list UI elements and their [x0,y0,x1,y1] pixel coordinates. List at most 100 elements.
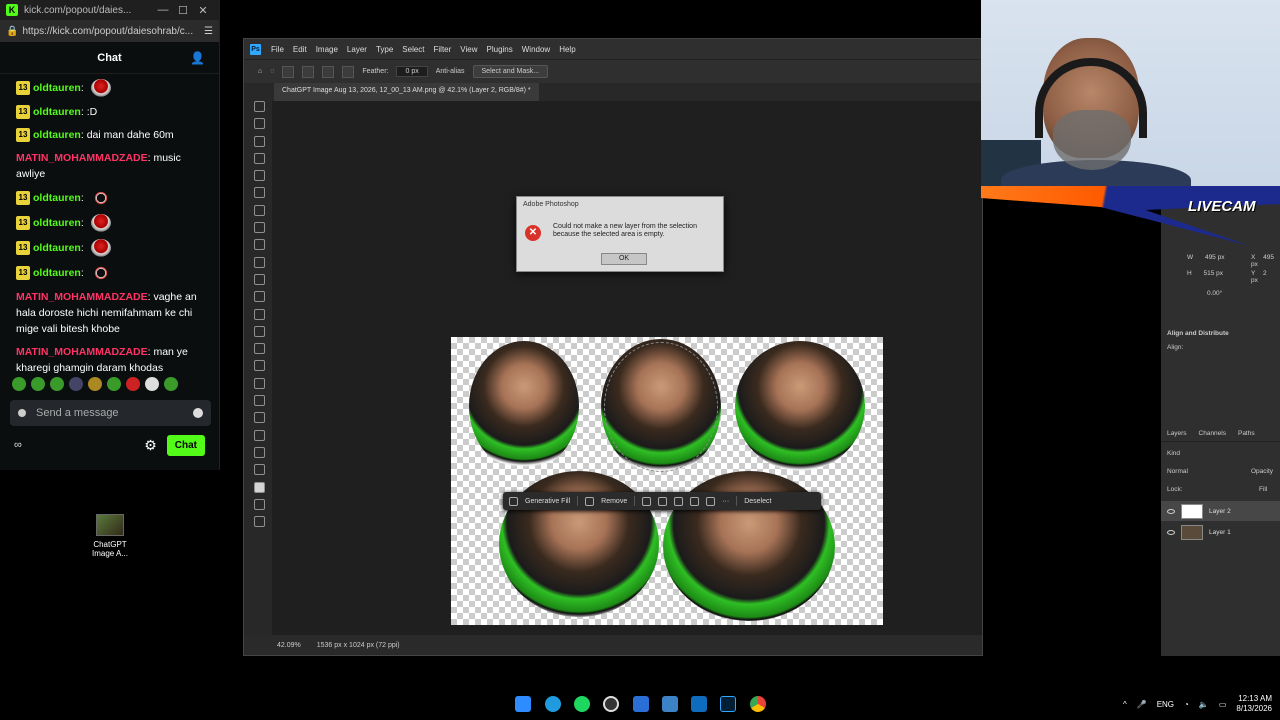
feather-input[interactable]: 0 px [396,66,428,77]
mask-icon[interactable] [674,496,684,506]
path-select-icon[interactable] [253,395,265,407]
zoom-tool-icon[interactable] [253,446,265,458]
chat-username[interactable]: oldtauren [33,217,81,229]
app-icon[interactable] [662,696,678,712]
crop-tool-icon[interactable] [253,170,265,182]
chrome-icon[interactable] [750,696,766,712]
infinity-icon[interactable]: ∞ [14,439,144,451]
emote-icon[interactable] [50,377,64,391]
app-icon[interactable] [691,696,707,712]
blend-mode-select[interactable]: Normal [1161,468,1194,475]
remove-button[interactable]: Remove [601,498,627,505]
emote-icon[interactable] [69,377,83,391]
hand-tool-icon[interactable] [253,429,265,441]
chat-username[interactable]: oldtauren [33,106,81,118]
clock[interactable]: 12:13 AM 8/13/2026 [1236,694,1272,714]
modify-selection-icon[interactable] [642,496,652,506]
lasso-tool-icon[interactable] [253,135,265,147]
photoshop-taskbar-icon[interactable] [720,696,736,712]
blur-tool-icon[interactable] [253,325,265,337]
pen-tool-icon[interactable] [253,360,265,372]
maximize-icon[interactable]: ☐ [173,4,193,17]
visibility-eye-icon[interactable] [1167,529,1175,535]
zoom-level[interactable]: 42.09% [277,642,301,649]
x-value[interactable]: 495 px [1251,254,1274,268]
chat-username[interactable]: MATIN_MOHAMMADZADE [16,152,148,164]
stamp-tool-icon[interactable] [253,256,265,268]
tab-layers[interactable]: Layers [1167,430,1187,437]
antialias-checkbox[interactable]: Anti-alias [436,68,465,75]
menu-layer[interactable]: Layer [347,45,367,54]
desktop-file-icon[interactable]: ChatGPT Image A... [90,514,130,558]
tab-paths[interactable]: Paths [1238,430,1255,437]
microphone-icon[interactable]: 🎤 [1137,700,1147,709]
send-chat-button[interactable]: Chat [166,434,205,456]
gradient-tool-icon[interactable] [253,308,265,320]
type-tool-icon[interactable] [253,377,265,389]
dodge-tool-icon[interactable] [253,343,265,355]
deselect-button[interactable]: Deselect [744,498,771,505]
frame-tool-icon[interactable] [253,187,265,199]
quick-select-tool-icon[interactable] [253,152,265,164]
h-value[interactable]: 515 px [1204,270,1224,277]
app-icon[interactable] [633,696,649,712]
gear-icon[interactable]: ⚙ [144,437,157,454]
align-distribute-title[interactable]: Align and Distribute [1161,330,1235,337]
document-tab[interactable]: ChatGPT Image Aug 13, 2026, 12_00_13 AM.… [274,83,539,101]
lasso-icon[interactable]: ◌ [270,68,274,75]
chat-username[interactable]: oldtauren [33,242,81,254]
menu-file[interactable]: File [271,45,284,54]
select-and-mask-button[interactable]: Select and Mask... [472,65,549,78]
wifi-icon[interactable]: ◔ [1184,700,1189,709]
angle-value[interactable]: 0.00° [1201,290,1228,297]
move-tool-icon[interactable] [253,101,265,112]
more-options-icon[interactable]: ··· [722,498,729,505]
chat-username[interactable]: MATIN_MOHAMMADZADE [16,346,148,358]
chat-username[interactable]: oldtauren [33,129,81,141]
w-value[interactable]: 495 px [1205,254,1225,261]
spotify-icon[interactable] [574,696,590,712]
emote-icon[interactable] [145,377,159,391]
history-brush-icon[interactable] [253,273,265,285]
minimize-icon[interactable]: — [153,4,173,16]
menu-icon[interactable]: ☰ [204,26,213,37]
more-tools-icon[interactable] [253,464,265,476]
generative-fill-button[interactable]: Generative Fill [525,498,570,505]
emote-icon[interactable] [107,377,121,391]
quick-mask-icon[interactable] [253,498,265,510]
visibility-eye-icon[interactable] [1167,508,1175,514]
menu-plugins[interactable]: Plugins [487,45,513,54]
chat-username[interactable]: oldtauren [33,192,81,204]
chat-username[interactable]: MATIN_MOHAMMADZADE [16,291,148,303]
brush-tool-icon[interactable] [253,239,265,251]
home-icon[interactable]: ⌂ [258,68,262,75]
menu-filter[interactable]: Filter [434,45,452,54]
obs-icon[interactable] [603,696,619,712]
emote-icon[interactable] [88,377,102,391]
emote-icon[interactable] [31,377,45,391]
kind-filter[interactable]: Kind [1161,450,1186,457]
volume-icon[interactable]: 🔈 [1199,700,1209,709]
windows-start-icon[interactable] [515,696,531,712]
chevron-up-icon[interactable]: ^ [1123,700,1127,709]
marquee-tool-icon[interactable] [253,118,265,130]
chat-username[interactable]: oldtauren [33,267,81,279]
emote-icon[interactable] [12,377,26,391]
new-selection-icon[interactable] [282,65,295,78]
layer-row[interactable]: Layer 2 [1161,501,1280,521]
emoji-picker-icon[interactable] [193,408,203,418]
invert-selection-icon[interactable] [658,496,668,506]
menu-image[interactable]: Image [316,45,338,54]
intersect-selection-icon[interactable] [342,65,355,78]
menu-help[interactable]: Help [559,45,575,54]
emote-icon[interactable] [164,377,178,391]
ok-button[interactable]: OK [601,253,647,265]
edge-icon[interactable] [545,696,561,712]
document-canvas[interactable] [451,337,883,625]
menu-view[interactable]: View [460,45,477,54]
emote-icon[interactable] [126,377,140,391]
menu-window[interactable]: Window [522,45,550,54]
shape-tool-icon[interactable] [253,412,265,424]
battery-icon[interactable]: ▭ [1219,700,1227,709]
layer-row[interactable]: Layer 1 [1161,522,1280,542]
